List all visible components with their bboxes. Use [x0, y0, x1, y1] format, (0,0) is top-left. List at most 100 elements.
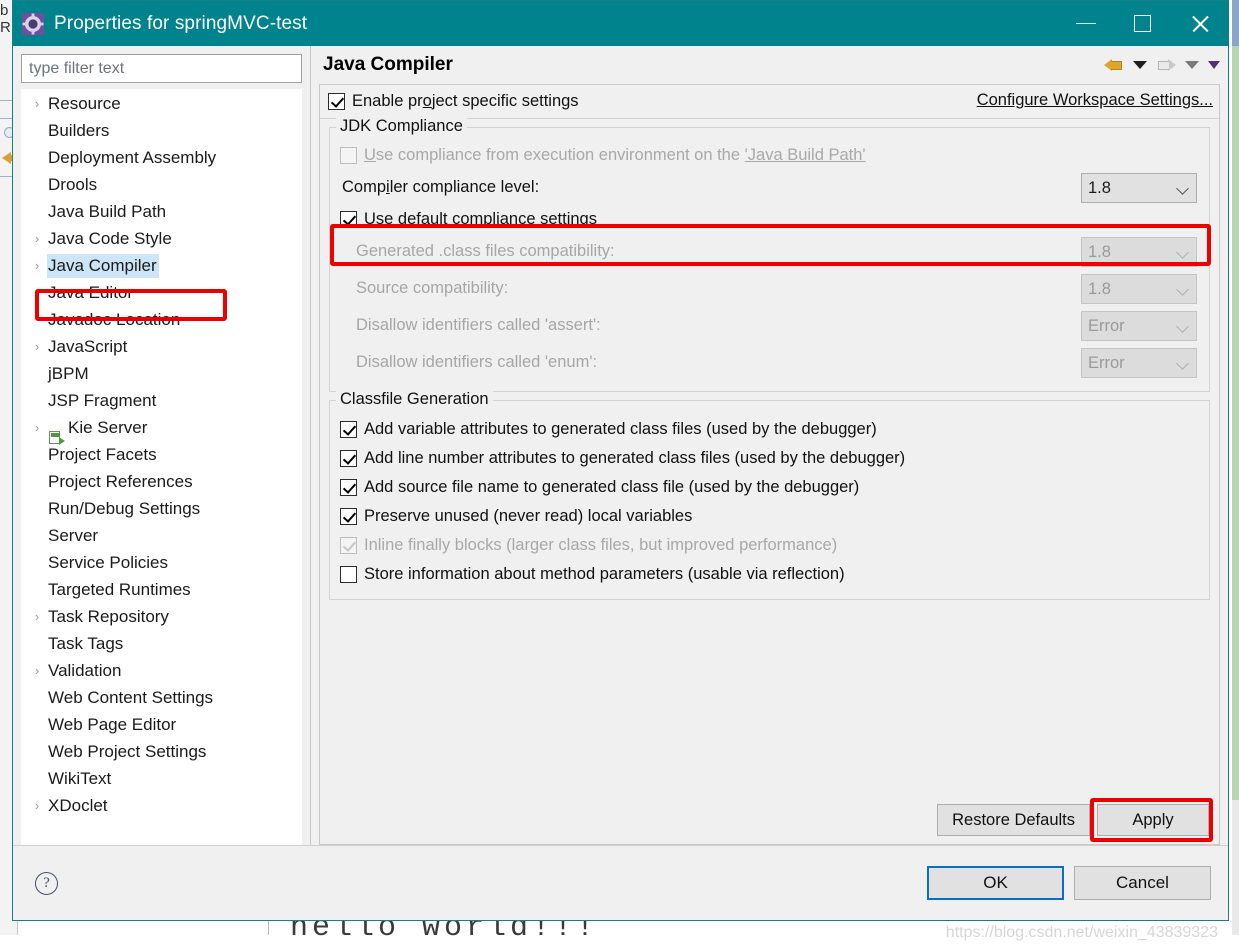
- sidebar-item-java-code-style[interactable]: ›Java Code Style: [22, 225, 301, 252]
- sidebar-item-label: Validation: [48, 661, 121, 681]
- sidebar-item-xdoclet[interactable]: ›XDoclet: [22, 792, 301, 819]
- jdk-row-select[interactable]: 1.8: [1081, 237, 1197, 267]
- sidebar-item-targeted-runtimes[interactable]: Targeted Runtimes: [22, 576, 301, 603]
- classfile-item-checkbox[interactable]: [340, 537, 357, 554]
- use-execution-environment-row[interactable]: Use compliance from execution environmen…: [340, 142, 1199, 169]
- menu-chevron-down-icon[interactable]: [1208, 61, 1220, 69]
- question-mark-icon[interactable]: ?: [35, 872, 58, 895]
- sidebar-item-deployment-assembly[interactable]: Deployment Assembly: [22, 144, 301, 171]
- arrow-left-icon[interactable]: [1104, 57, 1124, 73]
- search-input[interactable]: [27, 59, 296, 79]
- settings-tree[interactable]: ›ResourceBuildersDeployment AssemblyDroo…: [21, 89, 302, 845]
- classfile-item-0[interactable]: Add variable attributes to generated cla…: [340, 415, 1199, 444]
- filter-box[interactable]: [21, 54, 302, 83]
- jdk-row-value: 1.8: [1088, 280, 1111, 299]
- sidebar-item-builders[interactable]: Builders: [22, 117, 301, 144]
- use-default-compliance-label: Use default compliance settings: [364, 210, 597, 229]
- classfile-item-checkbox[interactable]: [340, 566, 357, 583]
- compiler-compliance-level-select[interactable]: 1.8: [1081, 173, 1197, 203]
- classfile-item-checkbox[interactable]: [340, 479, 357, 496]
- sidebar-item-task-tags[interactable]: Task Tags: [22, 630, 301, 657]
- maximize-button[interactable]: [1114, 1, 1171, 46]
- apply-button[interactable]: Apply: [1097, 804, 1209, 836]
- sidebar-item-web-page-editor[interactable]: Web Page Editor: [22, 711, 301, 738]
- jdk-compliance-detail-rows: Generated .class files compatibility:1.8…: [340, 233, 1199, 381]
- sidebar-item-service-policies[interactable]: Service Policies: [22, 549, 301, 576]
- jdk-row-1[interactable]: Source compatibility: 1.8: [340, 270, 1199, 307]
- sidebar-item-run-debug-settings[interactable]: Run/Debug Settings: [22, 495, 301, 522]
- classfile-item-checkbox[interactable]: [340, 450, 357, 467]
- compiler-compliance-level-row[interactable]: Compiler compliance level: 1.8: [340, 169, 1199, 206]
- classfile-item-3[interactable]: Preserve unused (never read) local varia…: [340, 502, 1199, 531]
- restore-defaults-button[interactable]: Restore Defaults: [937, 804, 1090, 836]
- sidebar-item-drools[interactable]: Drools: [22, 171, 301, 198]
- chevron-right-icon[interactable]: ›: [26, 340, 48, 353]
- forward-chevron-down-icon[interactable]: [1185, 61, 1199, 69]
- sidebar-item-javadoc-location[interactable]: Javadoc Location: [22, 306, 301, 333]
- sidebar-item-label: Web Page Editor: [48, 715, 176, 735]
- sidebar-item-task-repository[interactable]: ›Task Repository: [22, 603, 301, 630]
- chevron-right-icon[interactable]: ›: [26, 232, 48, 245]
- sidebar-item-java-editor[interactable]: ›Java Editor: [22, 279, 301, 306]
- jdk-row-select[interactable]: Error: [1081, 348, 1197, 378]
- sidebar-item-project-references[interactable]: Project References: [22, 468, 301, 495]
- arrow-right-icon[interactable]: [1156, 57, 1176, 73]
- chevron-right-icon[interactable]: ›: [26, 286, 48, 299]
- enable-project-specific-row[interactable]: Enable project specific settings Configu…: [320, 85, 1219, 119]
- sidebar-item-validation[interactable]: ›Validation: [22, 657, 301, 684]
- close-button[interactable]: [1171, 1, 1228, 46]
- chevron-right-icon[interactable]: ›: [26, 610, 48, 623]
- sidebar-item-server[interactable]: Server: [22, 522, 301, 549]
- chevron-down-icon: [1176, 320, 1189, 333]
- jdk-row-select[interactable]: Error: [1081, 311, 1197, 341]
- sidebar-item-java-compiler[interactable]: ›Java Compiler: [22, 252, 301, 279]
- watermark: https://blog.csdn.net/weixin_43839323: [946, 924, 1218, 942]
- sidebar-item-resource[interactable]: ›Resource: [22, 90, 301, 117]
- ide-back-arrow-icon: [2, 152, 11, 164]
- classfile-item-checkbox[interactable]: [340, 508, 357, 525]
- chevron-right-icon[interactable]: ›: [26, 664, 48, 677]
- jdk-row-3[interactable]: Disallow identifiers called 'enum':Error: [340, 344, 1199, 381]
- use-default-compliance-row[interactable]: Use default compliance settings: [340, 206, 1199, 233]
- settings-content: Enable project specific settings Configu…: [319, 84, 1220, 845]
- sidebar-item-web-project-settings[interactable]: Web Project Settings: [22, 738, 301, 765]
- classfile-item-5[interactable]: Store information about method parameter…: [340, 560, 1199, 589]
- ok-button[interactable]: OK: [927, 866, 1064, 900]
- classfile-item-label: Add line number attributes to generated …: [364, 449, 905, 468]
- enable-project-specific-checkbox[interactable]: [328, 93, 345, 110]
- sidebar-item-web-content-settings[interactable]: Web Content Settings: [22, 684, 301, 711]
- sidebar-item-project-facets[interactable]: Project Facets: [22, 441, 301, 468]
- classfile-item-4[interactable]: Inline finally blocks (larger class file…: [340, 531, 1199, 560]
- chevron-right-icon[interactable]: ›: [26, 421, 48, 434]
- sidebar-item-kie-server[interactable]: ›Kie Server: [22, 414, 301, 441]
- sidebar-item-wikitext[interactable]: WikiText: [22, 765, 301, 792]
- dialog-footer-buttons: OK Cancel: [927, 866, 1211, 900]
- page-header: Java Compiler: [311, 46, 1228, 84]
- classfile-item-1[interactable]: Add line number attributes to generated …: [340, 444, 1199, 473]
- classfile-item-2[interactable]: Add source file name to generated class …: [340, 473, 1199, 502]
- jdk-row-value: 1.8: [1088, 243, 1111, 262]
- chevron-down-icon: [1176, 283, 1189, 296]
- use-default-compliance-checkbox[interactable]: [340, 211, 357, 228]
- configure-workspace-settings-link[interactable]: Configure Workspace Settings...: [977, 91, 1213, 110]
- sidebar-item-jbpm[interactable]: jBPM: [22, 360, 301, 387]
- sidebar-item-java-build-path[interactable]: Java Build Path: [22, 198, 301, 225]
- minimize-icon: [1076, 23, 1096, 24]
- back-chevron-down-icon[interactable]: [1133, 61, 1147, 69]
- page-action-buttons: Restore Defaults Apply: [937, 804, 1209, 836]
- sidebar-item-javascript[interactable]: ›JavaScript: [22, 333, 301, 360]
- compiler-compliance-level-value: 1.8: [1088, 179, 1111, 198]
- cancel-button[interactable]: Cancel: [1074, 866, 1211, 900]
- chevron-right-icon[interactable]: ›: [26, 97, 48, 110]
- minimize-button[interactable]: [1057, 1, 1114, 46]
- use-execution-environment-checkbox[interactable]: [340, 147, 357, 164]
- jdk-row-label: Source compatibility:: [356, 279, 508, 298]
- sidebar-item-jsp-fragment[interactable]: JSP Fragment: [22, 387, 301, 414]
- jdk-row-0[interactable]: Generated .class files compatibility:1.8: [340, 233, 1199, 270]
- jdk-row-value: Error: [1088, 317, 1125, 336]
- chevron-right-icon[interactable]: ›: [26, 259, 48, 272]
- jdk-row-select[interactable]: 1.8: [1081, 274, 1197, 304]
- chevron-right-icon[interactable]: ›: [26, 799, 48, 812]
- jdk-row-2[interactable]: Disallow identifiers called 'assert':Err…: [340, 307, 1199, 344]
- classfile-item-checkbox[interactable]: [340, 421, 357, 438]
